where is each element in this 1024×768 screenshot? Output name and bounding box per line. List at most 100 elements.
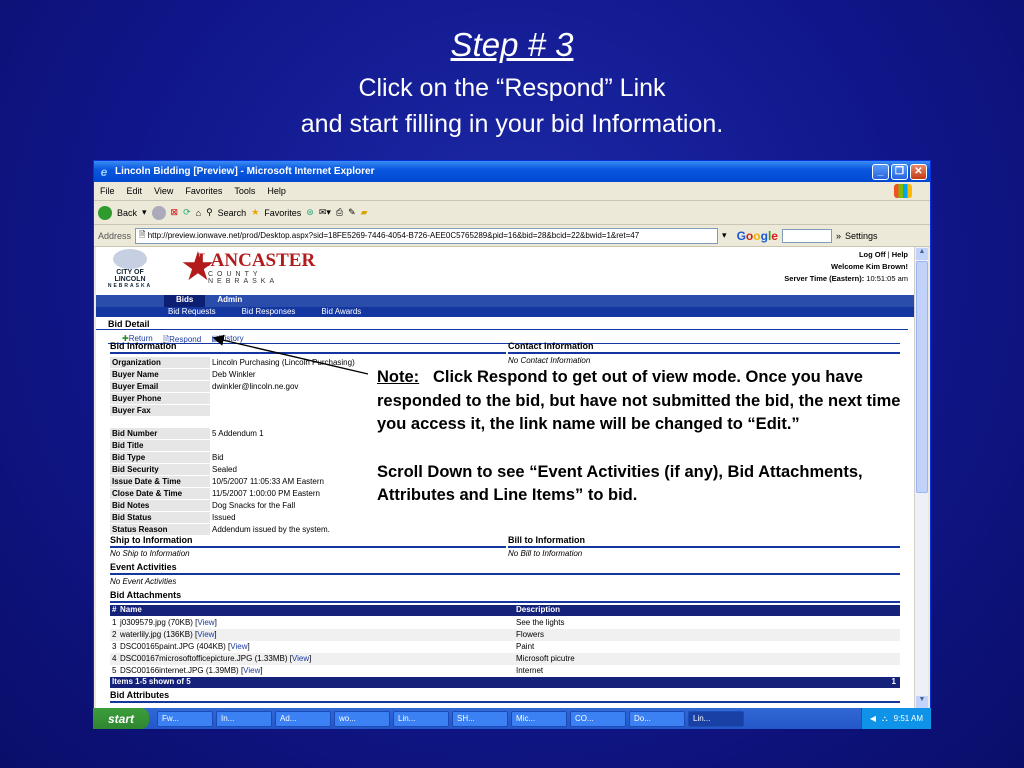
chevron-right-icon[interactable]: »	[836, 231, 841, 241]
sub-nav: Bid Requests Bid Responses Bid Awards	[96, 307, 914, 317]
scroll-thumb[interactable]	[916, 261, 928, 493]
tab-admin[interactable]: Admin	[205, 295, 254, 307]
field-value: Bid	[212, 453, 224, 462]
menubar: File Edit View Favorites Tools Help	[94, 182, 930, 201]
settings-button[interactable]: Settings	[845, 231, 878, 241]
taskbar-button[interactable]: Do...	[629, 710, 685, 727]
vertical-scrollbar[interactable]: ▲ ▼	[914, 247, 928, 709]
page-number[interactable]: 1	[892, 677, 896, 686]
taskbar-button[interactable]: CO...	[570, 710, 626, 727]
taskbar-button[interactable]: Lin...	[393, 710, 449, 727]
subnav-bid-requests[interactable]: Bid Requests	[168, 307, 216, 317]
taskbar-button[interactable]: Fw...	[157, 710, 213, 727]
menu-file[interactable]: File	[100, 186, 115, 196]
window-titlebar: e Lincoln Bidding [Preview] - Microsoft …	[94, 161, 930, 182]
scroll-up-icon[interactable]: ▲	[916, 248, 928, 260]
items-shown-bar: Items 1-5 shown of 5 1	[110, 677, 900, 688]
print-icon[interactable]: ⎙	[336, 207, 343, 218]
address-input[interactable]: 🗎 http://preview.ionwave.net/prod/Deskto…	[135, 227, 719, 244]
log-off-link[interactable]: Log Off	[859, 250, 886, 259]
menu-view[interactable]: View	[154, 186, 173, 196]
taskbar-button[interactable]: wo...	[334, 710, 390, 727]
attachment-number: 2	[112, 630, 117, 639]
ie-icon: e	[100, 164, 108, 179]
field-label: Buyer Phone	[110, 393, 210, 404]
clock[interactable]: 9:51 AM	[894, 714, 923, 723]
field-label: Buyer Email	[110, 381, 210, 392]
home-icon[interactable]: ⌂	[196, 208, 201, 218]
field-label: Bid Status	[110, 512, 210, 523]
forward-arrow-icon[interactable]	[151, 205, 166, 220]
field-value: Lincoln Purchasing (Lincoln Purchasing)	[212, 358, 355, 367]
event-activities-heading: Event Activities	[110, 562, 900, 575]
menu-tools[interactable]: Tools	[234, 186, 255, 196]
col-name[interactable]: Name	[120, 605, 142, 614]
bid-information-heading: Bid Information	[110, 341, 506, 354]
mail-icon[interactable]: ✉▾	[319, 207, 331, 218]
attachment-description: Microsoft picutre	[516, 654, 575, 663]
attachment-description: Paint	[516, 642, 535, 651]
favorites-star-icon: ★	[251, 207, 260, 217]
start-button[interactable]: start	[93, 708, 149, 729]
field-value: 5 Addendum 1	[212, 429, 264, 438]
field-value: Sealed	[212, 465, 237, 474]
taskbar-button[interactable]: Mic...	[511, 710, 567, 727]
field-value: Issued	[212, 513, 236, 522]
edit-icon[interactable]: ✎	[348, 207, 356, 218]
view-link[interactable]: View	[197, 618, 214, 627]
bill-to-heading: Bill to Information	[508, 535, 900, 548]
view-link[interactable]: View	[230, 642, 247, 651]
field-label: Bid Security	[110, 464, 210, 475]
address-label: Address	[98, 230, 132, 241]
google-search-input[interactable]	[781, 228, 832, 243]
back-button[interactable]: Back	[117, 208, 137, 218]
subnav-bid-awards[interactable]: Bid Awards	[321, 307, 361, 317]
taskbar-button[interactable]: Ad...	[275, 710, 331, 727]
site-header: CITY OF LINCOLN NEBRASKA ★ LANCASTER COU…	[96, 247, 914, 295]
field-value: 10/5/2007 11:05:33 AM Eastern	[212, 477, 324, 486]
col-description[interactable]: Description	[516, 605, 560, 614]
menu-edit[interactable]: Edit	[127, 186, 143, 196]
address-dropdown-icon[interactable]: ▾	[722, 230, 727, 241]
attachment-name: waterlily.jpg (136KB) [View]	[120, 630, 217, 639]
server-time-label: Server Time (Eastern):	[784, 274, 865, 283]
restore-button[interactable]: ❐	[891, 163, 908, 180]
tab-bids[interactable]: Bids	[164, 295, 206, 307]
minimize-button[interactable]: _	[872, 163, 889, 180]
attachment-row: 4 DSC00167microsoftofficepicture.JPG (1.3…	[110, 653, 900, 665]
field-value: dwinkler@lincoln.ne.gov	[212, 382, 299, 391]
search-button[interactable]: Search	[218, 208, 247, 218]
address-url: http://preview.ionwave.net/prod/Desktop.…	[147, 231, 640, 240]
help-link[interactable]: Help	[892, 250, 908, 259]
volume-icon[interactable]: ◀	[870, 714, 876, 723]
close-button[interactable]: ✕	[910, 163, 927, 180]
view-link[interactable]: View	[292, 654, 309, 663]
view-link[interactable]: View	[197, 630, 214, 639]
attachment-name: j0309579.jpg (70KB) [View]	[120, 618, 217, 627]
slide-subtitle-line2: and start filling in your bid Informatio…	[300, 110, 724, 138]
attachment-row: 3 DSC00165paint.JPG (404KB) [View] Paint	[110, 641, 900, 653]
stop-icon[interactable]: ⊠	[171, 207, 179, 218]
favorites-button[interactable]: Favorites	[264, 208, 301, 218]
refresh-icon[interactable]: ⟳	[183, 207, 191, 218]
view-link[interactable]: View	[243, 666, 260, 675]
folder-icon[interactable]: ▰	[361, 207, 368, 218]
ship-to-heading: Ship to Information	[110, 535, 506, 548]
welcome-text: Welcome Kim Brown!	[831, 262, 908, 271]
dropdown-icon[interactable]: ▾	[142, 207, 147, 218]
back-arrow-icon	[98, 205, 112, 220]
field-label: Bid Number	[110, 428, 210, 439]
scroll-down-icon[interactable]: ▼	[916, 696, 928, 708]
menu-favorites[interactable]: Favorites	[185, 186, 222, 196]
field-label: Close Date & Time	[110, 488, 210, 499]
attachment-number: 3	[112, 642, 117, 651]
menu-help[interactable]: Help	[267, 186, 286, 196]
attachment-description: Flowers	[516, 630, 545, 639]
network-icon[interactable]: ⛬	[882, 714, 888, 724]
subnav-bid-responses[interactable]: Bid Responses	[242, 307, 296, 317]
taskbar-button[interactable]: SH...	[452, 710, 508, 727]
city-of-lincoln-logo: CITY OF LINCOLN NEBRASKA	[100, 249, 160, 291]
media-icon[interactable]: ⊛	[306, 207, 314, 218]
taskbar-button[interactable]: Lin...	[688, 710, 744, 727]
taskbar-button[interactable]: In...	[216, 710, 272, 727]
